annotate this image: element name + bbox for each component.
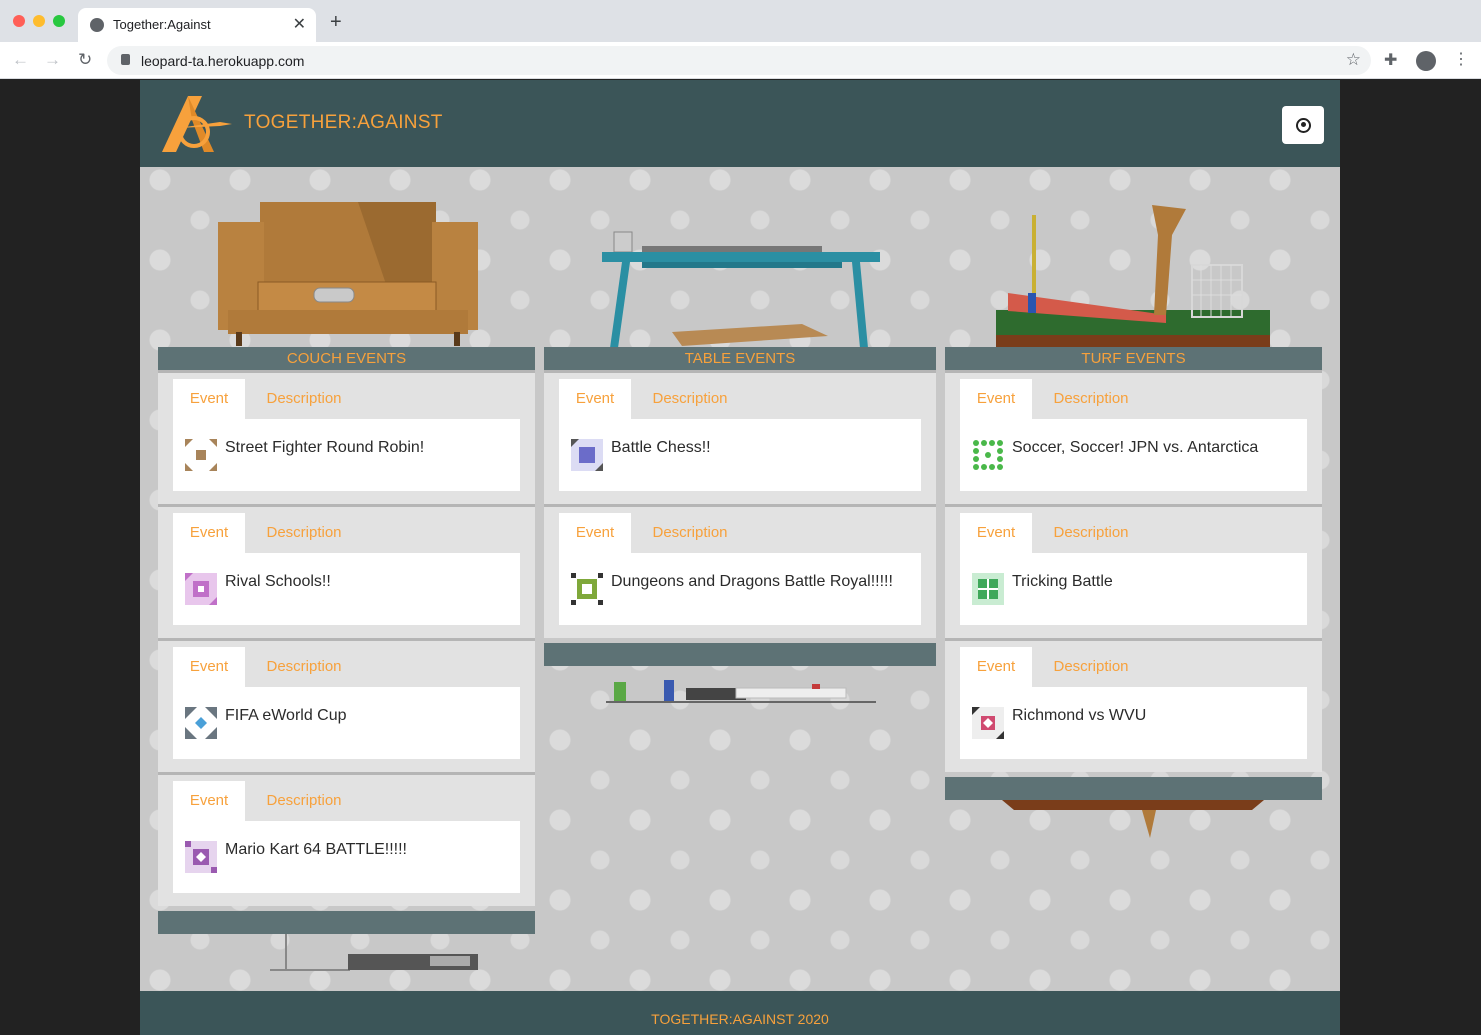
maximize-window-button[interactable] xyxy=(53,15,65,27)
site-footer: TOGETHER:AGAINST 2020 xyxy=(140,991,1340,1035)
event-card: Event Description Street Fighter Round R… xyxy=(158,370,535,504)
account-circle-icon xyxy=(1295,117,1311,133)
tab-description[interactable]: Description xyxy=(245,647,363,687)
tab-event[interactable]: Event xyxy=(173,513,245,553)
event-card: Event Description Soccer, Soccer! JPN vs… xyxy=(945,370,1322,504)
tab-description[interactable]: Description xyxy=(1032,647,1150,687)
event-card: Event Description FIFA eWorld Cup xyxy=(158,638,535,772)
event-body[interactable]: Dungeons and Dragons Battle Royal!!!!! xyxy=(559,553,921,625)
event-identicon-icon xyxy=(185,573,217,605)
tab-event[interactable]: Event xyxy=(559,513,631,553)
browser-toolbar: ← → ↻ leopard-ta.herokuapp.com ☆ ✚ ⋮ xyxy=(0,42,1481,79)
event-body[interactable]: Soccer, Soccer! JPN vs. Antarctica xyxy=(960,419,1307,491)
tab-event[interactable]: Event xyxy=(173,647,245,687)
together-against-logo-icon[interactable] xyxy=(158,92,232,154)
event-card: Event Description Battle Chess!! xyxy=(544,370,936,504)
event-name: Rival Schools!! xyxy=(225,573,331,590)
event-card: Event Description Mario Kart 64 BATTLE!!… xyxy=(158,772,535,906)
event-identicon-icon xyxy=(185,439,217,471)
url-text: leopard-ta.herokuapp.com xyxy=(141,53,305,69)
event-body[interactable]: Rival Schools!! xyxy=(173,553,520,625)
event-body[interactable]: Battle Chess!! xyxy=(559,419,921,491)
event-body[interactable]: Street Fighter Round Robin! xyxy=(173,419,520,491)
reload-icon[interactable]: ↻ xyxy=(78,50,92,70)
event-identicon-icon xyxy=(185,707,217,739)
tab-description[interactable]: Description xyxy=(1032,513,1150,553)
new-tab-icon[interactable]: + xyxy=(330,12,342,32)
event-name: Soccer, Soccer! JPN vs. Antarctica xyxy=(1012,439,1259,456)
turf-illustration xyxy=(996,205,1270,347)
tab-description[interactable]: Description xyxy=(245,781,363,821)
event-card: Event Description Tricking Battle xyxy=(945,504,1322,638)
tab-description[interactable]: Description xyxy=(1032,379,1150,419)
event-body[interactable]: Richmond vs WVU xyxy=(960,687,1307,759)
tab-event[interactable]: Event xyxy=(173,781,245,821)
browser-tab-strip: Together:Against ✕ + xyxy=(0,0,1481,42)
event-body[interactable]: Tricking Battle xyxy=(960,553,1307,625)
event-body[interactable]: FIFA eWorld Cup xyxy=(173,687,520,759)
couch-illustration xyxy=(218,202,478,346)
event-identicon-icon xyxy=(185,841,217,873)
profile-avatar-icon[interactable] xyxy=(1416,51,1436,71)
tab-description[interactable]: Description xyxy=(245,379,363,419)
board-games-illustration xyxy=(606,680,876,703)
event-identicon-icon xyxy=(571,439,603,471)
tab-event[interactable]: Event xyxy=(960,647,1032,687)
tab-description[interactable]: Description xyxy=(245,513,363,553)
tab-event[interactable]: Event xyxy=(173,379,245,419)
event-identicon-icon xyxy=(972,573,1004,605)
bookmark-star-icon[interactable]: ☆ xyxy=(1346,50,1361,70)
more-menu-icon[interactable]: ⋮ xyxy=(1453,49,1469,69)
event-identicon-icon xyxy=(972,439,1004,471)
back-arrow-icon[interactable]: ← xyxy=(12,50,29,70)
lock-icon xyxy=(121,54,130,65)
event-body[interactable]: Mario Kart 64 BATTLE!!!!! xyxy=(173,821,520,893)
event-name: Dungeons and Dragons Battle Royal!!!!! xyxy=(611,573,893,590)
table-illustration xyxy=(602,231,880,348)
site-header: TOGETHER:AGAINST xyxy=(140,80,1340,167)
event-name: Richmond vs WVU xyxy=(1012,707,1147,724)
event-identicon-icon xyxy=(571,573,603,605)
event-name: Tricking Battle xyxy=(1012,573,1113,590)
table-column-footer-bar xyxy=(544,643,936,666)
tab-event[interactable]: Event xyxy=(960,513,1032,553)
event-name: FIFA eWorld Cup xyxy=(225,707,347,724)
globe-icon xyxy=(90,18,104,32)
event-name: Street Fighter Round Robin! xyxy=(225,439,425,456)
close-window-button[interactable] xyxy=(13,15,25,27)
tab-event[interactable]: Event xyxy=(960,379,1032,419)
tab-description[interactable]: Description xyxy=(631,513,749,553)
event-name: Mario Kart 64 BATTLE!!!!! xyxy=(225,841,407,858)
tab-title: Together:Against xyxy=(113,17,211,32)
tab-event[interactable]: Event xyxy=(559,379,631,419)
account-button[interactable] xyxy=(1282,106,1324,144)
turf-underside-illustration xyxy=(1002,800,1264,838)
page: TOGETHER:AGAINST COUCH EVENTS TABLE EVEN… xyxy=(140,80,1340,1035)
couch-column-footer-bar xyxy=(158,911,535,934)
console-illustration xyxy=(270,934,478,971)
event-card: Event Description Richmond vs WVU xyxy=(945,638,1322,772)
browser-tab[interactable]: Together:Against ✕ xyxy=(78,8,316,42)
minimize-window-button[interactable] xyxy=(33,15,45,27)
footer-text: TOGETHER:AGAINST 2020 xyxy=(651,1011,829,1027)
forward-arrow-icon[interactable]: → xyxy=(44,50,61,70)
turf-events-header: TURF EVENTS xyxy=(945,347,1322,370)
event-identicon-icon xyxy=(972,707,1004,739)
event-card: Event Description Rival Schools!! xyxy=(158,504,535,638)
turf-column-footer-bar xyxy=(945,777,1322,800)
event-name: Battle Chess!! xyxy=(611,439,711,456)
tab-description[interactable]: Description xyxy=(631,379,749,419)
address-bar[interactable]: leopard-ta.herokuapp.com ☆ xyxy=(107,46,1371,75)
close-tab-icon[interactable]: ✕ xyxy=(293,14,306,34)
couch-events-header: COUCH EVENTS xyxy=(158,347,535,370)
site-brand[interactable]: TOGETHER:AGAINST xyxy=(244,112,443,134)
table-events-header: TABLE EVENTS xyxy=(544,347,936,370)
extensions-puzzle-icon[interactable]: ✚ xyxy=(1384,50,1397,70)
event-card: Event Description Dungeons and Dragons B… xyxy=(544,504,936,638)
